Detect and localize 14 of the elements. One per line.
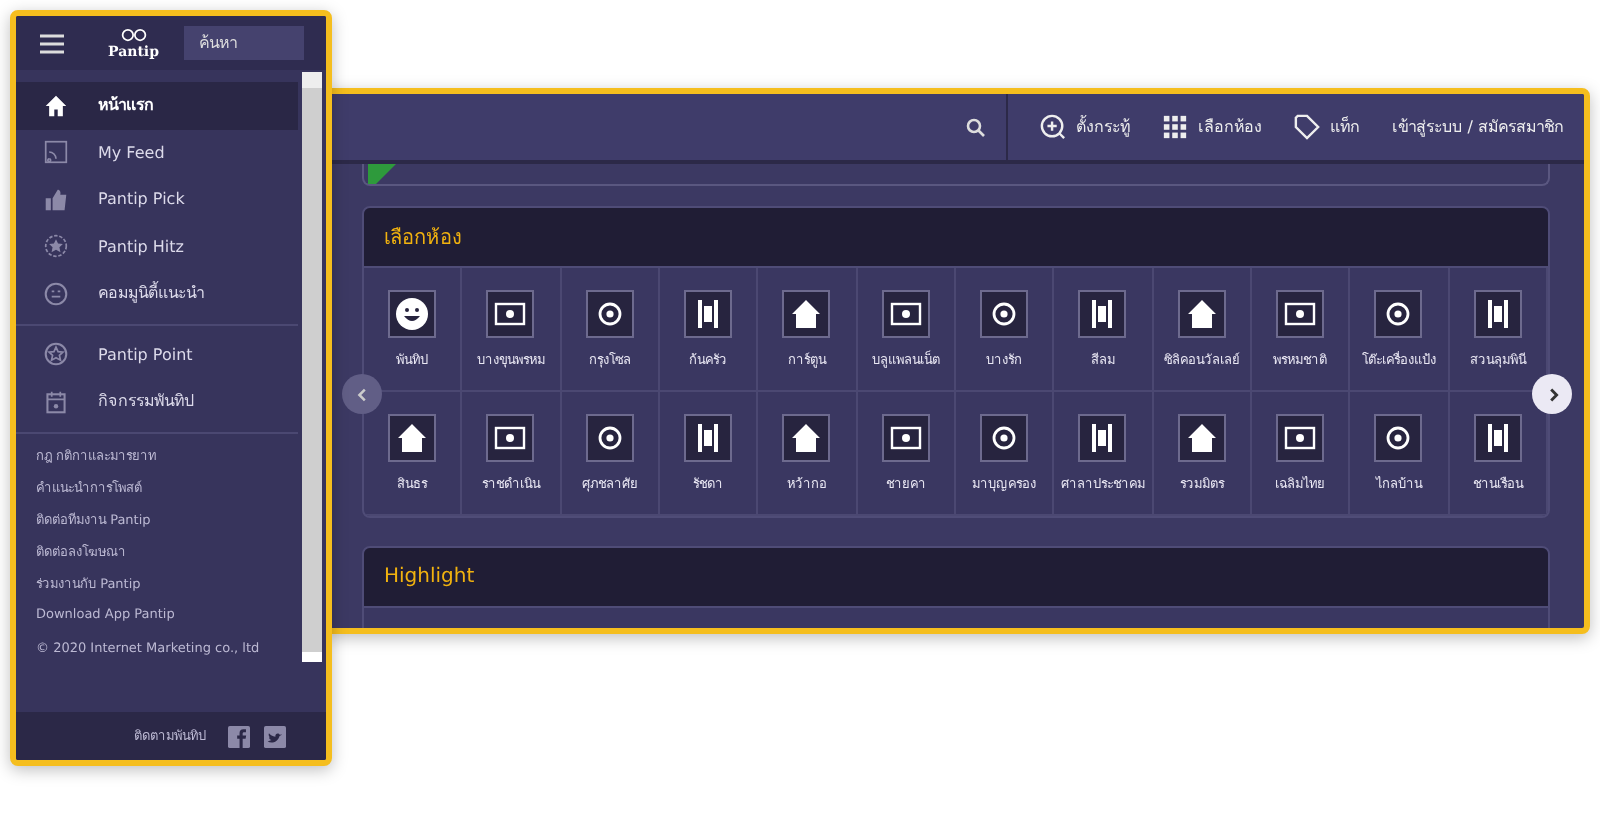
search-field[interactable]: ค้นหา — [183, 26, 303, 60]
menu-item[interactable]: Pantip Pick — [16, 176, 298, 223]
menu-item[interactable]: Pantip Point — [16, 331, 298, 378]
toolbar-button[interactable]: ตั้งกระทู้ — [1040, 114, 1131, 140]
menu-item[interactable]: Pantip Hitz — [16, 223, 298, 270]
menu-item[interactable]: My Feed — [16, 129, 298, 176]
toolbar-button[interactable]: แท็ก — [1294, 114, 1361, 140]
menu-item[interactable]: คอมมูนิตี้แนะนำ — [16, 270, 298, 317]
toolbar-button[interactable]: เลือกห้อง — [1162, 114, 1263, 140]
menu-item[interactable]: กิจกรรมพันทิป — [16, 378, 298, 425]
card-title: เลือกห้อง — [384, 225, 462, 252]
login-link[interactable]: เข้าสู่ระบบ / สมัครสมาชิก — [1392, 114, 1564, 140]
menu-item[interactable]: หน้าแรก — [16, 82, 298, 129]
card-title: Highlight — [384, 566, 475, 588]
